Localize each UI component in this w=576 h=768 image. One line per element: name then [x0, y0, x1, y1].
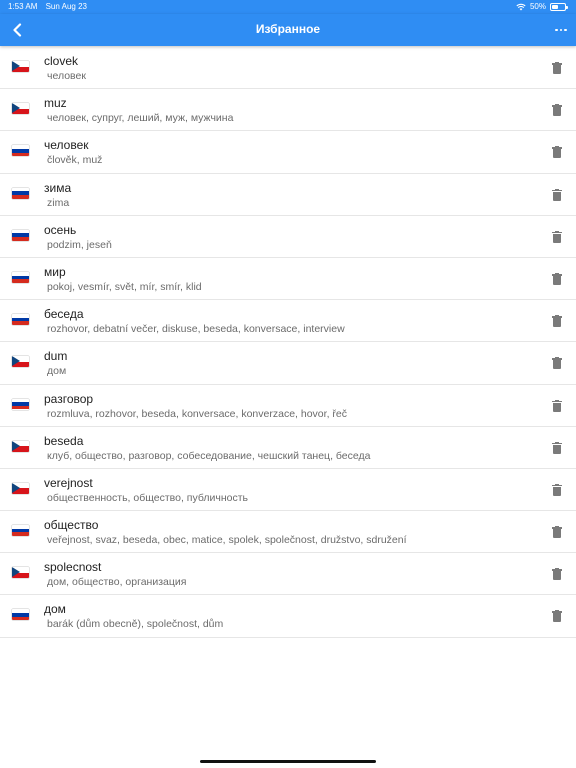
- favorite-translation: человек, супруг, леший, муж, мужчина: [47, 112, 234, 125]
- list-item[interactable]: dum дом: [0, 342, 576, 385]
- ellipsis-icon: [555, 28, 558, 32]
- list-item[interactable]: разговор rozmluva, rozhovor, beseda, konv…: [0, 385, 576, 427]
- favorite-translation: člověk, muž: [47, 154, 103, 167]
- favorite-word: человек: [44, 138, 89, 153]
- trash-icon[interactable]: [552, 526, 562, 539]
- favorite-translation: человек: [47, 70, 86, 82]
- list-item[interactable]: осень podzim, jeseň: [0, 216, 576, 258]
- favorite-word: clovek: [44, 54, 79, 68]
- favorite-translation: rozhovor, debatní večer, diskuse, beseda…: [47, 323, 345, 336]
- favorite-translation: veřejnost, svaz, beseda, obec, matice, s…: [47, 534, 407, 547]
- russian-flag-icon: [12, 145, 29, 157]
- list-item[interactable]: человек člověk, muž: [0, 131, 576, 174]
- battery-percent: 50%: [529, 2, 546, 11]
- russian-flag-icon: [12, 314, 29, 326]
- favorites-list: clovek человек muz человек, супруг, леший, …: [0, 47, 576, 638]
- trash-icon[interactable]: [552, 610, 562, 623]
- ellipsis-dot: [564, 28, 567, 32]
- page-title: Избранное: [255, 22, 321, 36]
- list-item[interactable]: мир pokoj, vesmír, svět, mír, smír, klid: [0, 258, 576, 301]
- favorite-translation: общественность, общество, публичность: [47, 491, 249, 504]
- czech-flag-icon: [12, 103, 29, 115]
- list-item[interactable]: зима zima: [0, 174, 576, 216]
- list-item[interactable]: muz человек, супруг, леший, муж, мужчина: [0, 89, 576, 132]
- list-item[interactable]: beseda клуб, общество, разговор, собеседо…: [0, 427, 576, 469]
- favorite-word: беседа: [44, 307, 84, 322]
- trash-icon[interactable]: [552, 441, 562, 454]
- czech-flag-icon: [12, 440, 29, 452]
- favorite-word: мир: [44, 264, 66, 279]
- favorite-word: dum: [44, 349, 68, 364]
- favorite-word: spolecnost: [44, 560, 102, 575]
- list-item[interactable]: clovek человек: [0, 47, 576, 90]
- favorite-word: verejnost: [44, 475, 93, 490]
- ellipsis-dot: [559, 28, 563, 32]
- trash-icon[interactable]: [552, 146, 562, 159]
- status-left: 1:53 AM Sun Aug 23: [8, 2, 93, 11]
- list-item[interactable]: spolecnost дом, общество, организация: [0, 553, 576, 596]
- favorite-translation: дом: [47, 365, 67, 378]
- russian-flag-icon: [12, 187, 29, 199]
- favorite-translation: клуб, общество, разговор, собеседование,…: [47, 449, 371, 462]
- list-item[interactable]: verejnost общественность, общество, публи…: [0, 469, 576, 512]
- russian-flag-icon: [12, 525, 29, 537]
- favorite-word: дом: [44, 602, 66, 617]
- favorite-translation: rozmluva, rozhovor, beseda, konversace, …: [47, 407, 347, 420]
- favorite-translation: pokoj, vesmír, svět, mír, smír, klid: [47, 280, 202, 293]
- trash-icon[interactable]: [552, 568, 562, 581]
- czech-flag-icon: [12, 61, 29, 72]
- favorite-translation: zima: [47, 196, 70, 209]
- russian-flag-icon: [12, 609, 29, 621]
- favorite-word: beseda: [44, 433, 84, 448]
- status-date: Sun Aug 23: [45, 2, 87, 11]
- favorite-word: разговор: [44, 391, 94, 406]
- home-indicator: [200, 760, 376, 763]
- trash-icon[interactable]: [552, 188, 562, 201]
- list-item[interactable]: беседа rozhovor, debatní večer, diskuse, …: [0, 300, 576, 343]
- list-item[interactable]: общество veřejnost, svaz, beseda, obec, m…: [0, 511, 576, 554]
- trash-icon[interactable]: [552, 104, 562, 117]
- czech-flag-icon: [12, 356, 29, 368]
- favorite-word: muz: [44, 96, 67, 111]
- list-item[interactable]: дом barák (dům obecně), společnost, dům: [0, 595, 576, 638]
- wifi-icon: [516, 3, 526, 11]
- trash-icon[interactable]: [552, 357, 562, 370]
- status-bar: 1:53 AM Sun Aug 23 50%: [0, 0, 576, 14]
- favorite-word: общество: [44, 518, 99, 533]
- czech-flag-icon: [12, 567, 29, 579]
- czech-flag-icon: [12, 482, 29, 494]
- nav-bar: Избранное: [0, 14, 576, 46]
- trash-icon[interactable]: [552, 230, 562, 243]
- trash-icon[interactable]: [552, 399, 562, 412]
- favorite-translation: podzim, jeseň: [47, 238, 112, 251]
- status-time: 1:53 AM: [8, 2, 38, 11]
- trash-icon[interactable]: [552, 62, 562, 74]
- russian-flag-icon: [12, 229, 29, 241]
- battery-icon: [550, 2, 568, 11]
- russian-flag-icon: [12, 398, 29, 410]
- trash-icon[interactable]: [552, 272, 562, 285]
- trash-icon[interactable]: [552, 315, 562, 328]
- favorite-word: зима: [44, 180, 72, 195]
- favorite-translation: barák (dům obecně), společnost, dům: [47, 618, 224, 631]
- more-button[interactable]: [554, 23, 568, 37]
- favorite-translation: дом, общество, организация: [47, 576, 187, 589]
- trash-icon[interactable]: [552, 483, 562, 496]
- russian-flag-icon: [12, 271, 29, 283]
- favorite-word: осень: [44, 222, 77, 237]
- status-right: 50%: [516, 2, 568, 11]
